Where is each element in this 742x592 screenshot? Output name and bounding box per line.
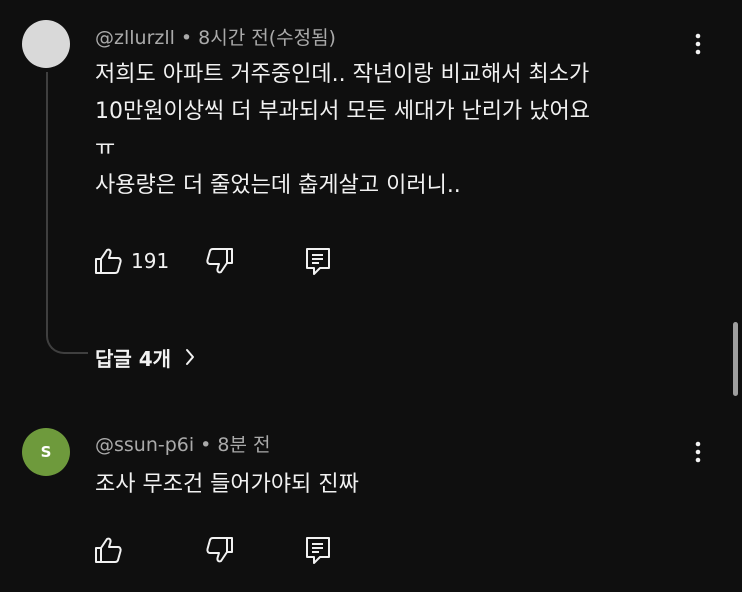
dislike-button[interactable] — [205, 536, 235, 564]
comment-timestamp[interactable]: 8시간 전(수정됨) — [198, 27, 336, 49]
scrollbar[interactable] — [733, 322, 738, 396]
comment-author[interactable]: @ssun-p6i — [95, 434, 194, 456]
more-vertical-icon — [695, 441, 701, 463]
view-replies-button[interactable]: 답글 4개 — [95, 340, 195, 374]
comment-actions: 191 — [93, 245, 331, 277]
avatar[interactable] — [22, 20, 70, 68]
reply-icon — [306, 248, 331, 275]
comment-text-line: 사용량은 더 줄었는데 춥게살고 이러니.. — [95, 173, 461, 198]
comment-meta: @zllurzll • 8시간 전(수정됨) — [95, 23, 336, 50]
comment-timestamp[interactable]: 8분 전 — [217, 434, 270, 456]
meta-separator: • — [200, 434, 212, 456]
comment-author[interactable]: @zllurzll — [95, 27, 175, 49]
reply-button[interactable] — [305, 536, 331, 564]
comment-menu-button[interactable] — [684, 438, 712, 466]
more-vertical-icon — [695, 33, 701, 55]
reply-button[interactable] — [305, 247, 331, 275]
comment-text-line: 조사 무조건 들어가야되 진짜 — [95, 472, 359, 497]
thumbs-up-icon — [95, 537, 122, 563]
like-button[interactable]: 191 — [93, 247, 169, 275]
replies-label: 답글 4개 — [95, 346, 172, 371]
comment-actions — [93, 534, 331, 566]
like-count: 191 — [131, 249, 170, 273]
thumbs-up-icon — [95, 248, 122, 274]
meta-separator: • — [180, 27, 193, 49]
avatar[interactable]: S — [22, 428, 70, 476]
dislike-button[interactable] — [205, 247, 235, 275]
thumbs-down-icon — [206, 537, 233, 563]
thread-connector-line — [46, 72, 88, 354]
comment-text: 조사 무조건 들어가야되 진짜 — [95, 466, 695, 503]
thumbs-down-icon — [206, 248, 234, 274]
comment-menu-button[interactable] — [684, 30, 712, 58]
comment-text-line: ㅠ — [95, 136, 116, 161]
comment-text-line: 10만원이상씩 더 부과되서 모든 세대가 난리가 났어요 — [95, 99, 590, 124]
comment-meta: @ssun-p6i • 8분 전 — [95, 430, 270, 457]
comment-text-line: 저희도 아파트 거주중인데.. 작년이랑 비교해서 최소가 — [95, 62, 590, 87]
like-button[interactable] — [93, 536, 131, 564]
comment-text: 저희도 아파트 거주중인데.. 작년이랑 비교해서 최소가 10만원이상씩 더 … — [95, 56, 695, 204]
chevron-right-icon — [186, 349, 195, 365]
reply-icon — [306, 537, 330, 564]
